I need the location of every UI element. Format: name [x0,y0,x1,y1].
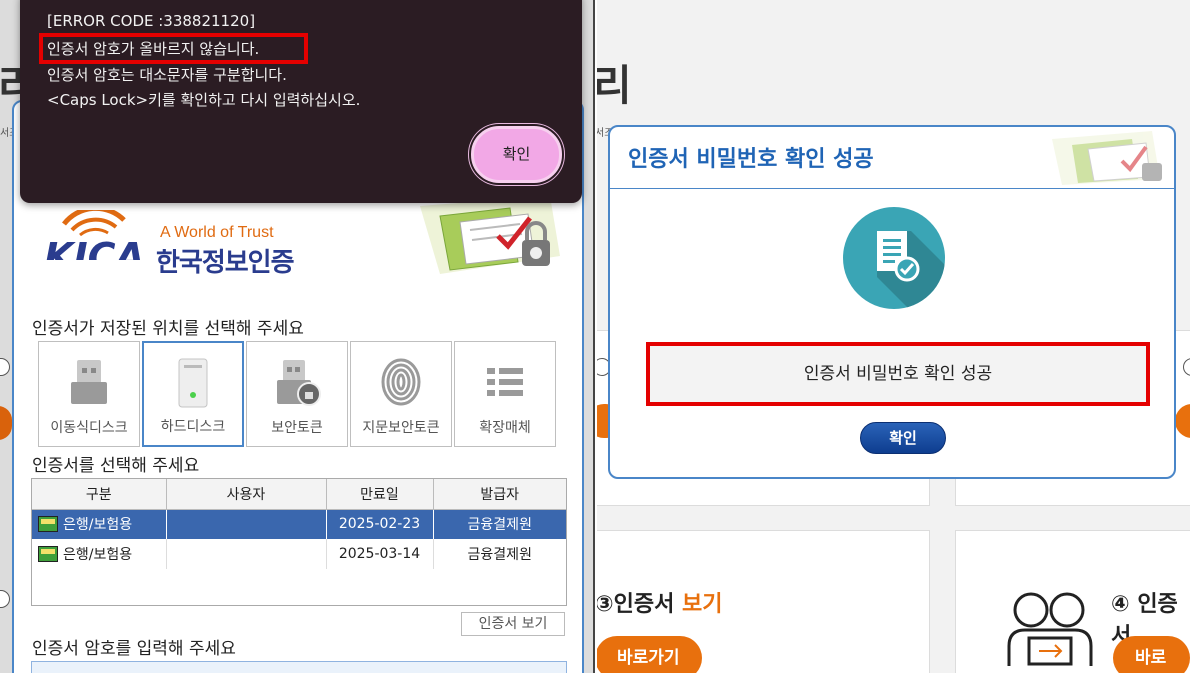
view-certificate-button[interactable]: 인증서 보기 [461,612,565,636]
select-cert-title: 인증서를 선택해 주세요 [32,456,200,476]
goto-button[interactable]: 바로가 [1113,636,1190,673]
dialog-header: 인증서 비밀번호 확인 성공 [610,127,1174,189]
certificate-art-icon [1052,131,1162,185]
storage-option-label: 지문보안토큰 [362,420,440,436]
goto-button[interactable]: 바로가기 [597,636,702,673]
usb-drive-icon [71,360,107,404]
storage-option-label: 보안토큰 [271,420,323,436]
hard-disk-icon [178,358,208,408]
error-code: [ERROR CODE :338821120] [47,12,256,30]
kica-logo-icon: KICA [44,210,145,260]
security-token-icon [277,360,321,406]
background-heading: 리 [597,61,632,110]
storage-option-fingerprint[interactable]: 지문보안토큰 [350,341,452,447]
storage-option-label: 하드디스크 [160,419,226,435]
card-view-title: ③인증서 보기 [597,592,723,617]
cert-user [166,509,327,539]
cert-expiry: 2025-03-14 [326,539,434,569]
people-transfer-icon [1007,592,1093,666]
step-number: ③ [597,592,614,617]
storage-options: 이동식디스크 하드디스크 보안토큰 지문보안토큰 확장매체 [38,341,556,447]
error-message-case: 인증서 암호는 대소문자를 구분합니다. [47,66,287,84]
storage-option-removable[interactable]: 이동식디스크 [38,341,140,447]
certificate-art-icon [420,196,560,274]
storage-option-label: 이동식디스크 [50,420,128,436]
password-input[interactable] [31,661,567,673]
cert-issuer: 금융결제원 [433,509,566,539]
dialog-title: 인증서 비밀번호 확인 성공 [628,147,874,172]
storage-option-token[interactable]: 보안토큰 [246,341,348,447]
certificate-icon [38,516,58,533]
column-header-type[interactable]: 구분 [32,479,167,510]
storage-section-title: 인증서가 저장된 위치를 선택해 주세요 [32,319,304,339]
storage-option-extended[interactable]: 확장매체 [454,341,556,447]
kica-tagline: A World of Trust [160,224,274,241]
left-panel: 리 서조 KICA A World of Trust 한국정보인증 인증서가 저… [0,0,595,673]
background-step-icon [0,590,10,608]
column-header-user[interactable]: 사용자 [166,479,327,510]
cert-expiry: 2025-02-23 [326,509,434,539]
certificate-table: 구분 사용자 만료일 발급자 은행/보험용 2025-02-23 금융결제원 은… [31,478,567,606]
cert-type: 은행/보험용 [63,517,133,534]
column-header-expiry[interactable]: 만료일 [326,479,434,510]
table-row[interactable]: 은행/보험용 2025-03-14 금융결제원 [32,539,566,569]
table-row[interactable]: 은행/보험용 2025-02-23 금융결제원 [32,509,566,539]
success-message: 인증서 비밀번호 확인 성공 [646,342,1150,406]
fingerprint-icon [381,358,421,406]
kica-name: 한국정보인증 [156,248,295,278]
success-dialog: 인증서 비밀번호 확인 성공 인증서 비밀번호 확인 성공 확인 [608,125,1176,479]
password-section-title: 인증서 암호를 입력해 주세요 [32,639,236,659]
cert-type: 은행/보험용 [63,547,133,563]
storage-option-harddisk[interactable]: 하드디스크 [142,341,244,447]
certificate-icon [38,546,58,562]
svg-text:KICA: KICA [44,235,145,260]
document-check-icon [843,207,945,309]
background-goto-button [0,406,12,440]
right-panel: 리 서조 ③인증서 보기 바로가기 ④ 인증서 바로가 인증서 비밀번호 확인 … [597,0,1190,673]
step-number: ④ [1111,592,1130,617]
error-message-main: 인증서 암호가 올바르지 않습니다. [47,40,260,58]
storage-option-label: 확장매체 [479,420,531,436]
cert-issuer: 금융결제원 [467,547,532,563]
error-message-capslock: <Caps Lock>키를 확인하고 다시 입력하십시오. [47,91,361,109]
cert-user [166,539,327,569]
confirm-button[interactable]: 확인 [860,422,946,454]
error-ok-button[interactable]: 확인 [471,126,562,183]
column-header-issuer[interactable]: 발급자 [433,479,566,510]
error-dialog: [ERROR CODE :338821120] 인증서 암호가 올바르지 않습니… [20,0,582,203]
list-icon [487,368,523,396]
background-step-icon [0,358,10,376]
